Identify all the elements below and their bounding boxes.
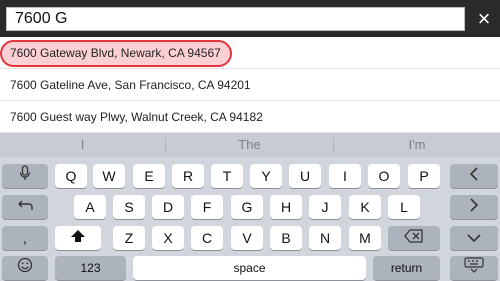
key-q[interactable]: Q (55, 164, 87, 188)
result-label: 7600 Gateway Blvd, Newark, CA 94567 (10, 46, 221, 60)
result-label: 7600 Guest way Plwy, Walnut Creek, CA 94… (10, 110, 263, 124)
prediction[interactable]: I'm (334, 133, 500, 157)
arrow-down-key[interactable] (450, 226, 498, 250)
shift-key[interactable] (55, 226, 101, 250)
close-icon[interactable]: × (474, 8, 494, 30)
key-i[interactable]: I (329, 164, 361, 188)
result-item[interactable]: 7600 Guest way Plwy, Walnut Creek, CA 94… (0, 101, 500, 133)
predictive-bar: I The I'm (0, 133, 500, 157)
key-j[interactable]: J (309, 195, 341, 219)
key-y[interactable]: Y (250, 164, 282, 188)
return-key[interactable]: return (373, 256, 440, 280)
key-m[interactable]: M (349, 226, 381, 250)
key-x[interactable]: X (152, 226, 184, 250)
key-c[interactable]: C (191, 226, 223, 250)
key-n[interactable]: N (309, 226, 341, 250)
chevron-right-icon (469, 195, 479, 219)
undo-icon (16, 195, 34, 219)
key-t[interactable]: T (211, 164, 243, 188)
key-g[interactable]: G (231, 195, 263, 219)
keyboard-hide-icon (464, 256, 484, 280)
chevron-down-icon (467, 226, 481, 250)
prediction[interactable]: The (166, 133, 333, 157)
chevron-left-icon (469, 164, 479, 188)
key-f[interactable]: F (191, 195, 223, 219)
mic-key[interactable] (2, 164, 48, 188)
arrow-right-key[interactable] (450, 195, 498, 219)
search-input[interactable] (7, 8, 464, 30)
prediction[interactable]: I (0, 133, 165, 157)
key-s[interactable]: S (113, 195, 145, 219)
result-item[interactable]: 7600 Gateline Ave, San Francisco, CA 942… (0, 69, 500, 101)
numbers-key[interactable]: 123 (55, 256, 126, 280)
space-key[interactable]: space (133, 256, 366, 280)
shift-icon (70, 226, 86, 250)
emoji-key[interactable] (2, 256, 48, 280)
key-w[interactable]: W (93, 164, 125, 188)
key-o[interactable]: O (368, 164, 400, 188)
search-bar: × (0, 0, 500, 37)
delete-key[interactable] (388, 226, 440, 250)
key-b[interactable]: B (270, 226, 302, 250)
key-a[interactable]: A (74, 195, 106, 219)
mic-icon (19, 164, 31, 188)
key-l[interactable]: L (388, 195, 420, 219)
key-p[interactable]: P (408, 164, 440, 188)
key-e[interactable]: E (133, 164, 165, 188)
emoji-icon (17, 256, 33, 280)
key-h[interactable]: H (270, 195, 302, 219)
keyboard: I The I'm Q W E R T Y U I O P A S D F G … (0, 133, 500, 281)
undo-key[interactable] (2, 195, 48, 219)
key-r[interactable]: R (172, 164, 204, 188)
results-list: 7600 Gateway Blvd, Newark, CA 94567 7600… (0, 37, 500, 133)
hide-keyboard-key[interactable] (450, 256, 498, 280)
key-k[interactable]: K (349, 195, 381, 219)
result-label: 7600 Gateline Ave, San Francisco, CA 942… (10, 78, 251, 92)
delete-icon (404, 226, 424, 250)
result-item[interactable]: 7600 Gateway Blvd, Newark, CA 94567 (0, 37, 500, 69)
key-v[interactable]: V (231, 226, 263, 250)
key-d[interactable]: D (152, 195, 184, 219)
arrow-left-key[interactable] (450, 164, 498, 188)
key-u[interactable]: U (289, 164, 321, 188)
key-z[interactable]: Z (113, 226, 145, 250)
comma-key[interactable]: , (2, 226, 48, 250)
search-field-wrapper (6, 7, 465, 31)
